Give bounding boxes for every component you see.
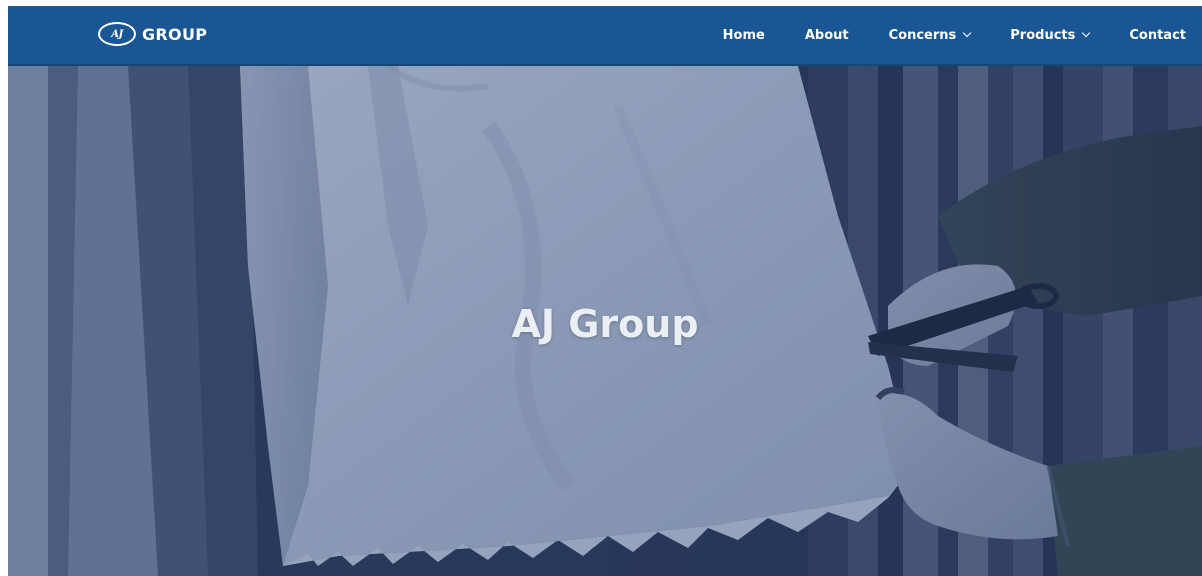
aj-oval-badge-icon: AJ <box>98 22 136 46</box>
page-frame: AJ GROUP Home About Concerns Products Co… <box>8 6 1202 576</box>
hero-banner: AJ Group <box>8 66 1202 576</box>
nav-about[interactable]: About <box>805 28 849 43</box>
navbar: AJ GROUP Home About Concerns Products Co… <box>8 6 1202 66</box>
chevron-down-icon <box>1082 28 1091 38</box>
nav-home[interactable]: Home <box>723 28 765 43</box>
nav-contact[interactable]: Contact <box>1129 28 1186 43</box>
nav-contact-label: Contact <box>1129 27 1186 43</box>
nav-concerns-label: Concerns <box>888 27 957 43</box>
nav-products-label: Products <box>1010 27 1076 43</box>
logo-text: GROUP <box>142 24 208 44</box>
hero-title: AJ Group <box>511 302 699 346</box>
chevron-down-icon <box>963 28 972 38</box>
main-nav: Home About Concerns Products Contact <box>723 6 1186 64</box>
site-logo[interactable]: AJ GROUP <box>98 22 207 46</box>
nav-concerns-dropdown[interactable]: Concerns <box>888 27 972 43</box>
nav-home-label: Home <box>722 27 765 43</box>
nav-products-dropdown[interactable]: Products <box>1010 27 1091 43</box>
nav-about-label: About <box>804 27 849 43</box>
